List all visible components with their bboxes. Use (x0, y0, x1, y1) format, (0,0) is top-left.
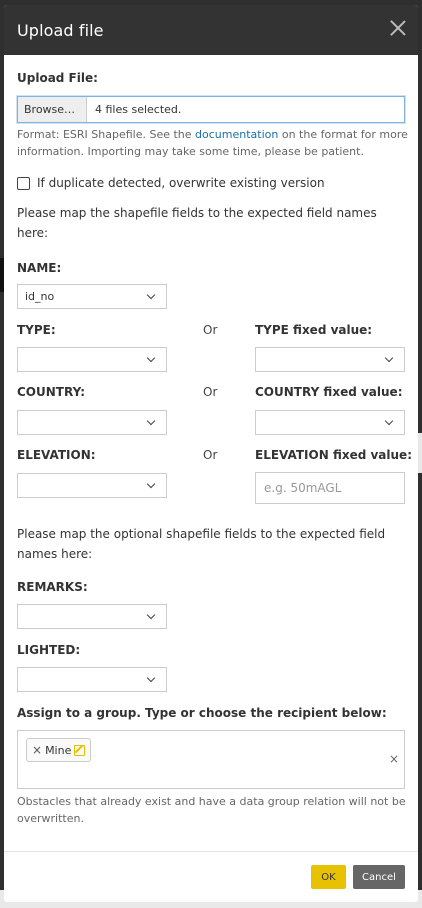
type-fixed-label: TYPE fixed value: (255, 323, 373, 337)
group-chip: × Mine (26, 738, 92, 762)
lighted-label: LIGHTED: (17, 643, 81, 657)
format-help: Format: ESRI Shapefile. See the document… (17, 128, 408, 158)
chevron-down-icon (146, 353, 156, 363)
or-label: Or (203, 323, 218, 337)
remove-chip-icon[interactable]: × (32, 743, 42, 757)
chevron-down-icon (146, 673, 156, 683)
type-fixed-select[interactable] (255, 347, 405, 372)
country-fixed-select[interactable] (255, 410, 405, 435)
or-label: Or (203, 385, 218, 399)
clear-icon[interactable]: × (389, 752, 399, 766)
elevation-label: ELEVATION: (17, 448, 96, 462)
elevation-fixed-label: ELEVATION fixed value: (255, 448, 412, 462)
country-select[interactable] (17, 410, 167, 435)
chevron-down-icon (384, 416, 394, 426)
chevron-down-icon (384, 353, 394, 363)
name-label: NAME: (17, 261, 62, 275)
edit-icon[interactable] (74, 744, 86, 756)
dialog-header: Upload file (4, 5, 418, 55)
lighted-select[interactable] (17, 667, 167, 692)
dialog-title: Upload file (17, 20, 104, 40)
type-label: TYPE: (17, 323, 56, 337)
close-icon[interactable] (390, 20, 406, 36)
chevron-down-icon (146, 416, 156, 426)
remarks-label: REMARKS: (17, 580, 88, 594)
chevron-down-icon (146, 479, 156, 489)
group-label: Assign to a group. Type or choose the re… (17, 706, 387, 720)
browse-button[interactable]: Browse… (18, 97, 87, 122)
file-input[interactable]: Browse… 4 files selected. (17, 96, 405, 123)
documentation-link[interactable]: documentation (195, 128, 278, 141)
upload-file-dialog: Upload file Upload File: Browse… 4 files… (4, 5, 418, 902)
type-select[interactable] (17, 347, 167, 372)
elevation-select[interactable] (17, 473, 167, 498)
mapping-intro: Please map the shapefile fields to the e… (17, 206, 377, 240)
file-status: 4 files selected. (95, 103, 182, 116)
upload-file-label: Upload File: (17, 71, 98, 85)
ok-button[interactable]: OK (311, 865, 346, 889)
elevation-fixed-input[interactable]: e.g. 50mAGL (255, 472, 405, 504)
remarks-select[interactable] (17, 604, 167, 629)
group-note: Obstacles that already exist and have a … (17, 795, 406, 825)
footer-divider (4, 851, 418, 852)
overwrite-label: If duplicate detected, overwrite existin… (37, 176, 325, 190)
cancel-button[interactable]: Cancel (353, 865, 405, 889)
country-fixed-label: COUNTRY fixed value: (255, 385, 403, 399)
or-label: Or (203, 448, 218, 462)
name-select[interactable]: id_no (17, 284, 167, 309)
group-input[interactable]: × Mine × (17, 730, 405, 789)
overwrite-checkbox[interactable] (17, 177, 30, 190)
chevron-down-icon (146, 610, 156, 620)
chip-label: Mine (45, 743, 72, 757)
chevron-down-icon (146, 290, 156, 300)
country-label: COUNTRY: (17, 385, 86, 399)
optional-intro: Please map the optional shapefile fields… (17, 527, 386, 561)
